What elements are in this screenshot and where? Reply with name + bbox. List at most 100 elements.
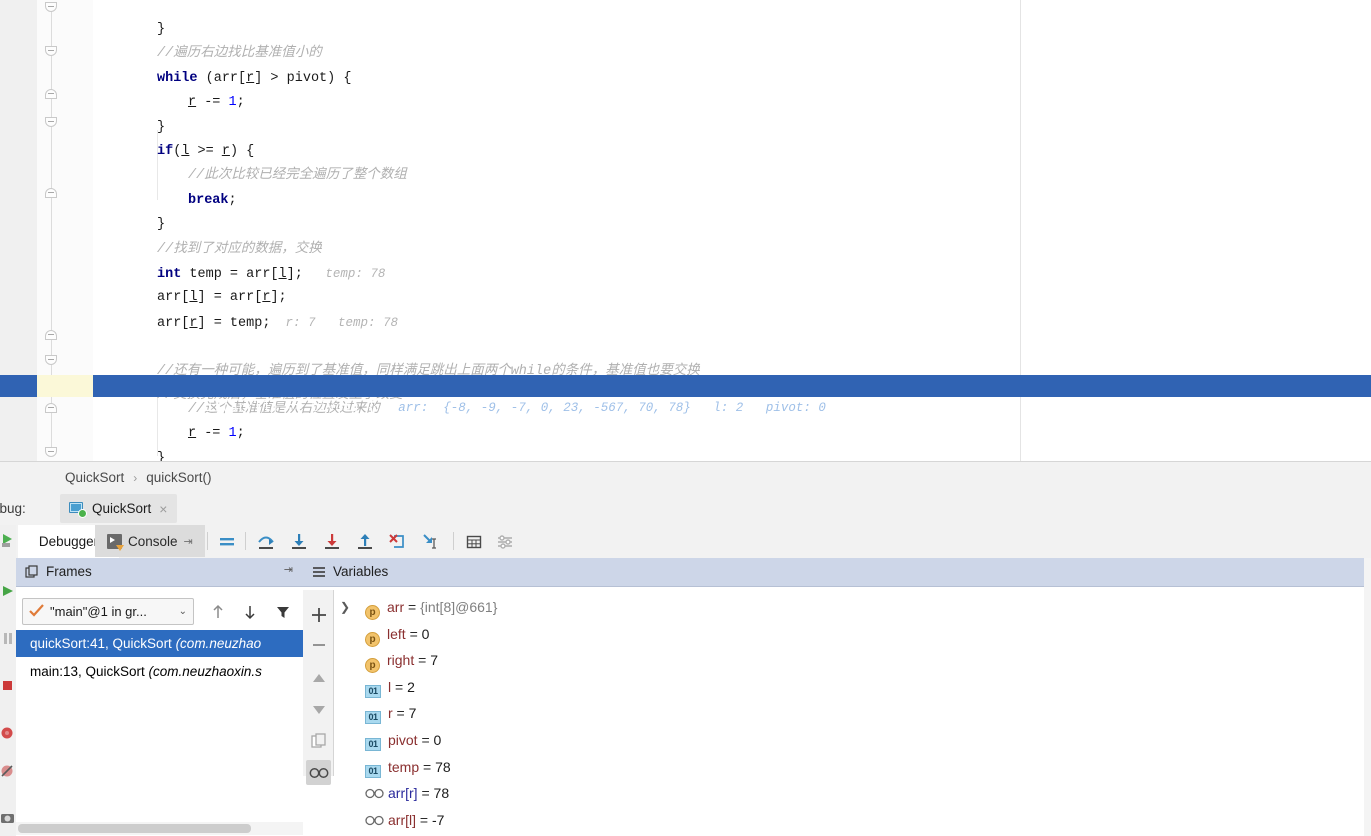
move-watch-down-button[interactable]	[306, 696, 331, 721]
screenshot-icon[interactable]	[0, 810, 16, 827]
step-into-button[interactable]	[286, 529, 312, 554]
force-step-into-button[interactable]	[319, 529, 345, 554]
tab-console[interactable]: Console ⇥	[95, 525, 205, 557]
frame-row[interactable]: main:13, QuickSort (com.neuzhaoxin.s	[16, 658, 303, 685]
show-execution-point-button[interactable]	[214, 529, 240, 554]
variable-row[interactable]: arr[l] = -7	[365, 807, 444, 834]
duplicate-watch-button[interactable]	[306, 728, 331, 753]
step-over-button[interactable]	[253, 529, 279, 554]
thread-selector[interactable]: "main"@1 in gr... ⌄	[22, 598, 194, 625]
code-token: ];	[270, 290, 287, 306]
code-token: ;	[236, 426, 245, 442]
debug-side-toolbar[interactable]	[0, 525, 17, 836]
variable-row[interactable]: p right = 7	[365, 647, 438, 674]
variable-value: 0	[433, 732, 442, 748]
variable-name: right	[387, 652, 415, 669]
run-to-cursor-button[interactable]	[418, 529, 444, 554]
exec-keyword: if	[205, 401, 222, 416]
variable-row[interactable]: 01 r = 7	[365, 700, 416, 727]
layout-settings-button[interactable]	[492, 529, 518, 554]
frame-row[interactable]: quickSort:41, QuickSort (com.neuzhao	[16, 630, 303, 657]
code-token: }	[157, 119, 166, 135]
exec-code: (arr[l] == pivot) {	[221, 401, 376, 416]
execution-line-code[interactable]: if(arr[l] == pivot) { arr: {-8, -9, -7, …	[157, 375, 826, 416]
code-editor[interactable]: }//遍历右边找比基准值小的 while (arr[r] > pivot) {r …	[0, 0, 1371, 461]
breadcrumb-method[interactable]: quickSort()	[146, 470, 211, 485]
drop-frame-button[interactable]	[385, 529, 411, 554]
breadcrumb: QuickSort › quickSort()	[0, 461, 1371, 494]
breadcrumb-separator: ›	[133, 471, 138, 485]
code-token: int	[157, 267, 182, 282]
variable-row[interactable]: 01 pivot = 0	[365, 727, 441, 754]
debug-session-tab[interactable]: QuickSort ×	[60, 494, 178, 523]
step-out-button[interactable]	[352, 529, 378, 554]
frames-pin-icon[interactable]: ⇥	[284, 563, 293, 576]
rerun-icon[interactable]	[0, 531, 16, 548]
frames-up-button[interactable]	[206, 601, 230, 623]
evaluate-expression-button[interactable]	[461, 529, 487, 554]
code-token: ;	[228, 192, 237, 208]
stop-program-icon[interactable]	[0, 677, 16, 694]
frames-panel-header: Frames ⇥	[16, 558, 303, 587]
fold-marker[interactable]	[45, 330, 58, 341]
primitive-icon: 01	[365, 738, 381, 751]
code-token: }	[157, 217, 166, 233]
view-breakpoints-icon[interactable]	[0, 725, 16, 742]
watch-icon	[365, 781, 384, 799]
fold-marker[interactable]	[45, 355, 58, 366]
frames-title: Frames	[46, 564, 92, 579]
watches-toggle-button[interactable]	[306, 760, 331, 785]
variable-equals: =	[417, 785, 434, 802]
fold-marker[interactable]	[45, 117, 58, 128]
frames-hscroll-thumb[interactable]	[18, 824, 251, 833]
add-watch-button[interactable]	[306, 602, 331, 627]
fold-marker[interactable]	[45, 403, 58, 414]
breadcrumb-class[interactable]: QuickSort	[65, 470, 124, 485]
variable-row[interactable]: p arr = {int[8]@661}	[365, 594, 497, 621]
chevron-down-icon[interactable]: ⌄	[179, 606, 187, 617]
variable-row[interactable]: arr[r] = 78	[365, 780, 449, 807]
code-token: temp = arr[	[181, 267, 279, 282]
code-token: l	[189, 290, 198, 306]
debug-label: ebug:	[0, 501, 26, 516]
code-token: ) {	[229, 144, 255, 159]
variable-name: arr[r]	[388, 785, 418, 802]
resume-program-icon[interactable]	[0, 583, 16, 600]
code-token: break	[188, 192, 229, 208]
frame-row-package: (com.neuzhao	[175, 636, 262, 651]
tab-debugger-label: Debugger	[38, 533, 99, 549]
code-token: ] = temp;	[197, 315, 271, 331]
variable-equals: =	[416, 811, 432, 828]
code-token: //遍历右边找比基准值小的	[157, 46, 322, 62]
watch-icon	[365, 808, 384, 825]
fold-marker[interactable]	[45, 188, 58, 199]
pin-tab-icon[interactable]: ⇥	[184, 535, 193, 548]
move-watch-up-button[interactable]	[306, 666, 331, 691]
pause-program-icon[interactable]	[0, 630, 16, 647]
variable-expander[interactable]: ❯	[338, 594, 352, 621]
frames-down-button[interactable]	[238, 601, 262, 623]
remove-watch-button[interactable]	[306, 632, 331, 657]
parameter-icon: p	[365, 631, 380, 647]
frames-filter-button[interactable]	[271, 601, 295, 623]
variables-vscroll[interactable]	[1364, 558, 1371, 836]
variable-row[interactable]: 01 temp = 78	[365, 754, 451, 781]
code-token: arr[	[157, 315, 190, 331]
code-token: -=	[196, 95, 229, 111]
mute-breakpoints-icon[interactable]	[0, 763, 16, 780]
code-token: r: 7 temp: 78	[270, 315, 398, 330]
code-token: l	[278, 267, 287, 282]
frame-row-method: main:13, QuickSort	[30, 663, 149, 679]
frames-hscroll-track[interactable]	[16, 822, 303, 835]
variable-row[interactable]: 01 l = 2	[365, 674, 415, 701]
variable-name: pivot	[388, 732, 418, 748]
fold-marker[interactable]	[45, 46, 58, 57]
fold-marker[interactable]	[45, 447, 58, 458]
fold-marker[interactable]	[45, 2, 58, 13]
debug-toolwindow-header: ebug: QuickSort ×	[0, 492, 1371, 526]
code-line: }	[127, 447, 165, 461]
close-icon[interactable]: ×	[159, 502, 167, 516]
fold-marker[interactable]	[45, 89, 58, 100]
variable-row[interactable]: p left = 0	[365, 621, 429, 648]
execution-line-gutter	[37, 375, 93, 397]
